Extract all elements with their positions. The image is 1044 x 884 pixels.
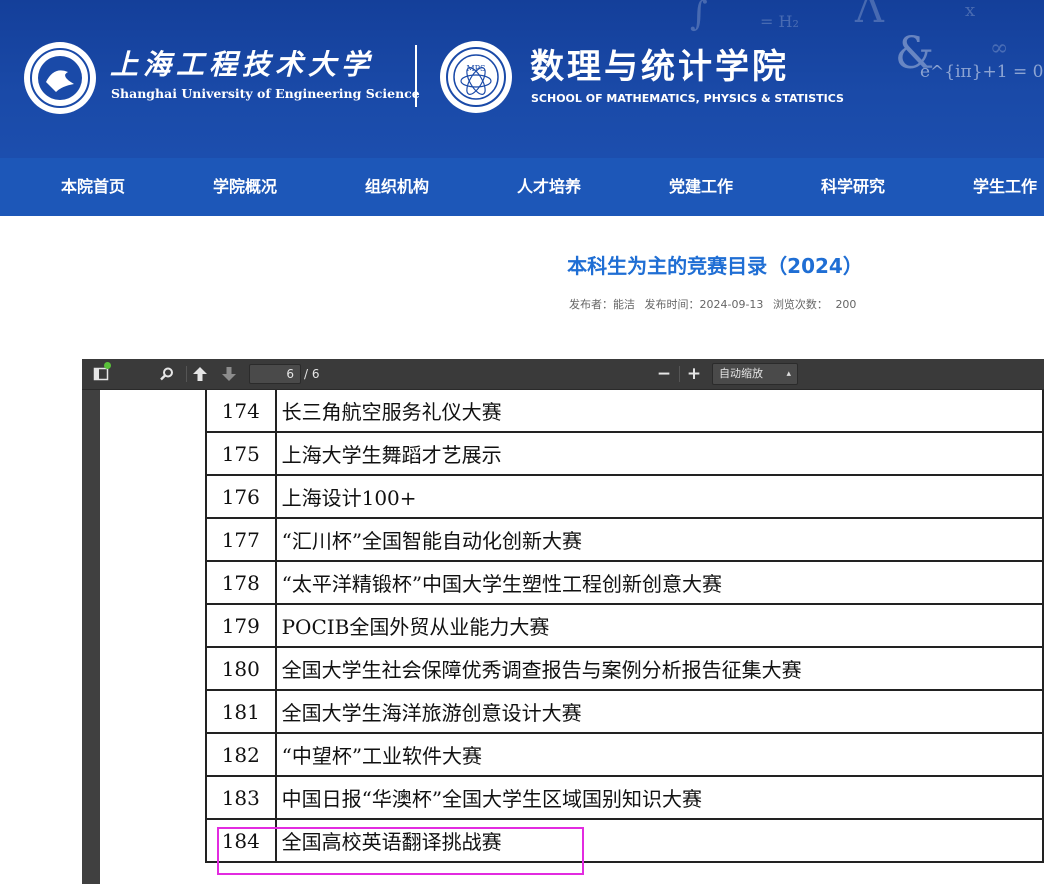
- article-meta: 发布者：能洁 发布时间：2024-09-13 浏览次数： 200: [569, 296, 862, 312]
- table-row: 175 上海大学生舞蹈才艺展示: [205, 431, 1044, 476]
- decor-math-glyph: ∞: [990, 36, 1009, 61]
- toolbar-separator: [186, 366, 187, 382]
- zoom-select[interactable]: 自动缩放 ▴: [712, 363, 798, 385]
- header-divider: [415, 45, 417, 107]
- site-header: ∫ = H₂ Λ x & e^{iπ}+1 = 0 ∞ 上海工程技术大学 Sha…: [0, 0, 1044, 158]
- nav-item-students[interactable]: 学生工作: [973, 158, 1037, 216]
- row-number: 181: [205, 689, 277, 734]
- table-row: 180 全国大学生社会保障优秀调查报告与案例分析报告征集大赛: [205, 646, 1044, 691]
- row-number: 182: [205, 732, 277, 777]
- competition-name: 长三角航空服务礼仪大赛: [274, 390, 1044, 433]
- competition-name: 上海大学生舞蹈才艺展示: [274, 431, 1044, 476]
- article-title: 本科生为主的竞赛目录（2024）: [567, 254, 863, 278]
- row-number: 180: [205, 646, 277, 691]
- nav-item-home[interactable]: 本院首页: [61, 158, 125, 216]
- table-row: 183 中国日报“华澳杯”全国大学生区域国别知识大赛: [205, 775, 1044, 820]
- table-row: 179 POCIB全国外贸从业能力大赛: [205, 603, 1044, 648]
- row-number: 175: [205, 431, 277, 476]
- publish-time-value: 2024-09-13: [699, 298, 764, 311]
- decor-math-glyph: = H₂: [760, 12, 799, 31]
- competition-name: “汇川杯”全国智能自动化创新大赛: [274, 517, 1044, 562]
- competition-name: 全国大学生社会保障优秀调查报告与案例分析报告征集大赛: [274, 646, 1044, 691]
- pdf-toolbar: / 6 − + 自动缩放 ▴: [82, 359, 1044, 390]
- publish-time-label: 发布时间：: [644, 298, 700, 311]
- nav-item-research[interactable]: 科学研究: [821, 158, 885, 216]
- row-number: 183: [205, 775, 277, 820]
- nav-item-party[interactable]: 党建工作: [669, 158, 733, 216]
- university-seal-icon[interactable]: [24, 42, 96, 114]
- highlight-annotation: [217, 827, 584, 875]
- school-name: 数理与统计学院: [530, 47, 789, 87]
- row-number: 178: [205, 560, 277, 605]
- publisher-label: 发布者：: [569, 298, 613, 311]
- table-row: 174 长三角航空服务礼仪大赛: [205, 390, 1044, 433]
- select-arrows-icon: ▴: [786, 369, 791, 379]
- decor-math-glyph: x: [965, 0, 976, 21]
- decor-math-glyph: Λ: [855, 0, 884, 32]
- nav-item-about[interactable]: 学院概况: [213, 158, 277, 216]
- views-label: 浏览次数：: [772, 298, 828, 311]
- competition-name: 中国日报“华澳杯”全国大学生区域国别知识大赛: [274, 775, 1044, 820]
- school-name-english: SCHOOL OF MATHEMATICS, PHYSICS & STATIST…: [531, 92, 844, 105]
- table-row: 182 “中望杯”工业软件大赛: [205, 732, 1044, 777]
- row-number: 174: [205, 390, 277, 433]
- table-row: 176 上海设计100+: [205, 474, 1044, 519]
- school-seal-icon[interactable]: MPS: [440, 41, 512, 113]
- next-page-icon[interactable]: [219, 364, 239, 384]
- zoom-in-button[interactable]: +: [684, 364, 704, 384]
- competition-name: POCIB全国外贸从业能力大赛: [274, 603, 1044, 648]
- competition-name: 上海设计100+: [274, 474, 1044, 519]
- page-total: / 6: [304, 367, 320, 381]
- pdf-page-area[interactable]: 174 长三角航空服务礼仪大赛 175 上海大学生舞蹈才艺展示 176 上海设计100+ 1…: [82, 390, 1044, 884]
- nav-item-organization[interactable]: 组织机构: [365, 158, 429, 216]
- pdf-page: 174 长三角航空服务礼仪大赛 175 上海大学生舞蹈才艺展示 176 上海设计100+ 1…: [100, 390, 1044, 884]
- row-number: 179: [205, 603, 277, 648]
- table-row: 177 “汇川杯”全国智能自动化创新大赛: [205, 517, 1044, 562]
- competition-name: “太平洋精锻杯”中国大学生塑性工程创新创意大赛: [274, 560, 1044, 605]
- decor-math-glyph: ∫: [690, 0, 708, 34]
- nav-item-education[interactable]: 人才培养: [517, 158, 581, 216]
- zoom-out-button[interactable]: −: [654, 364, 674, 384]
- university-name: 上海工程技术大学: [110, 48, 375, 81]
- university-name-english: Shanghai University of Engineering Scien…: [111, 86, 420, 101]
- decor-formula: e^{iπ}+1 = 0: [920, 62, 1044, 82]
- row-number: 176: [205, 474, 277, 519]
- table-row: 181 全国大学生海洋旅游创意设计大赛: [205, 689, 1044, 734]
- publisher-value: 能洁: [613, 298, 635, 311]
- zoom-select-value: 自动缩放: [719, 367, 763, 380]
- competition-name: “中望杯”工业软件大赛: [274, 732, 1044, 777]
- previous-page-icon[interactable]: [190, 364, 210, 384]
- competition-table: 174 长三角航空服务礼仪大赛 175 上海大学生舞蹈才艺展示 176 上海设计100+ 1…: [205, 390, 1044, 863]
- notification-dot: [104, 362, 111, 369]
- table-row: 178 “太平洋精锻杯”中国大学生塑性工程创新创意大赛: [205, 560, 1044, 605]
- toolbar-separator: [679, 366, 680, 382]
- pdf-viewer: / 6 − + 自动缩放 ▴ 174长三角航空服务礼仪大赛175上海大学生舞蹈才…: [82, 359, 1044, 884]
- page-number-input[interactable]: [249, 364, 301, 384]
- row-number: 177: [205, 517, 277, 562]
- views-value: 200: [835, 298, 857, 311]
- school-seal-text: MPS: [466, 64, 485, 73]
- competition-name: 全国大学生海洋旅游创意设计大赛: [274, 689, 1044, 734]
- search-icon[interactable]: [157, 364, 177, 384]
- main-nav: 本院首页 学院概况 组织机构 人才培养 党建工作 科学研究 学生工作: [0, 158, 1044, 216]
